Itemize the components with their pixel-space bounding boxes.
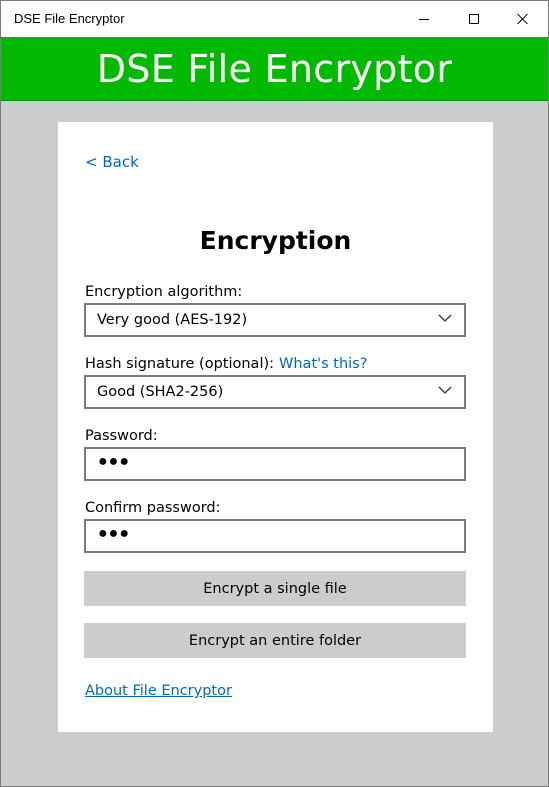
chevron-down-icon [438,314,452,322]
password-label: Password: [85,428,158,444]
algorithm-dropdown[interactable]: Very good (AES-192) [84,303,466,337]
minimize-button[interactable] [401,1,447,37]
hash-label: Hash signature (optional): [85,356,275,372]
confirm-password-field[interactable]: ●●● [84,519,466,553]
app-window: DSE File Encryptor DSE File Encryptor < … [0,0,549,787]
close-icon [517,13,529,25]
encryption-card: < Back Encryption Encryption algorithm: … [58,122,493,732]
whats-this-link[interactable]: What's this? [279,356,367,372]
confirm-password-masked-value: ●●● [98,525,130,542]
banner-title: DSE File Encryptor [96,46,453,91]
title-bar[interactable]: DSE File Encryptor [1,1,548,37]
maximize-icon [469,14,479,24]
about-link[interactable]: About File Encryptor [85,683,232,699]
close-button[interactable] [500,1,546,37]
encrypt-file-button[interactable]: Encrypt a single file [84,571,466,606]
hash-dropdown[interactable]: Good (SHA2-256) [84,375,466,409]
window-title: DSE File Encryptor [14,11,125,26]
maximize-button[interactable] [451,1,497,37]
hash-selected-value: Good (SHA2-256) [97,384,224,400]
algorithm-selected-value: Very good (AES-192) [97,312,248,328]
app-banner: DSE File Encryptor [1,37,548,101]
encrypt-folder-button[interactable]: Encrypt an entire folder [84,623,466,658]
back-link[interactable]: < Back [85,153,139,171]
confirm-password-label: Confirm password: [85,500,221,516]
minimize-icon [419,18,429,20]
algorithm-label: Encryption algorithm: [85,284,243,300]
hash-label-row: Hash signature (optional): What's this? [85,356,367,372]
password-field[interactable]: ●●● [84,447,466,481]
chevron-down-icon [438,386,452,394]
page-title: Encryption [199,226,352,255]
password-masked-value: ●●● [98,453,130,470]
